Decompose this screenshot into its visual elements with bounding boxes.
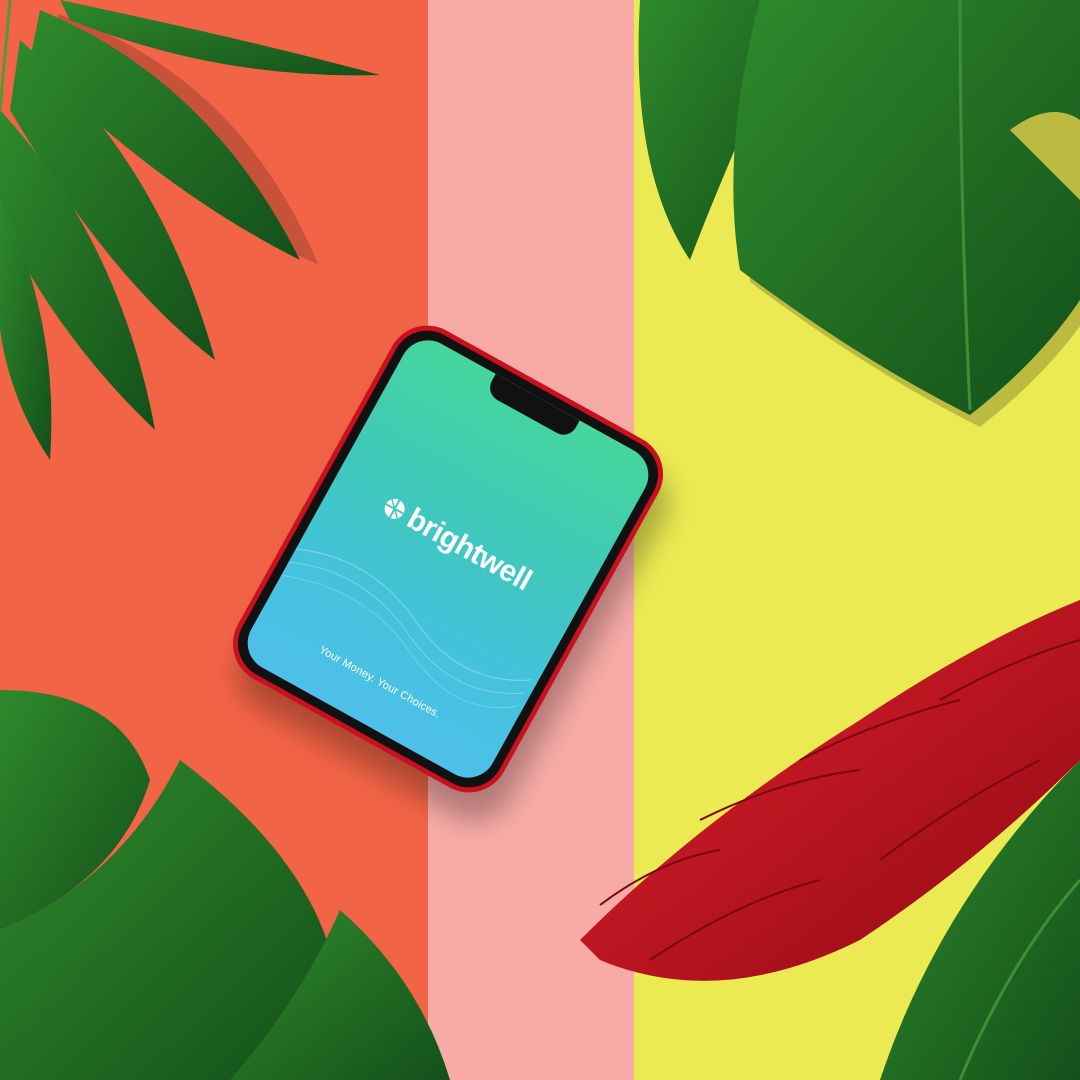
photo-scene: brightwell Your Money. Your Choices. [0, 0, 1080, 1080]
globe-icon [384, 498, 405, 519]
